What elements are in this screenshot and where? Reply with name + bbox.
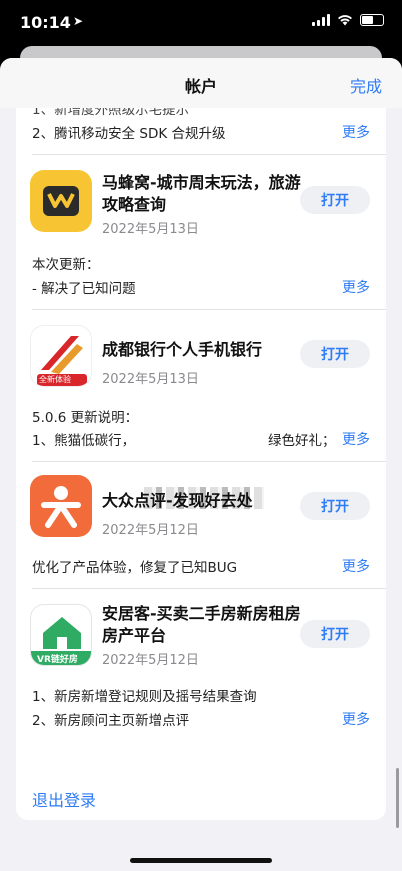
icon-caption: 全新体验: [39, 375, 71, 384]
app-name: 马蜂窝-城市周末玩法，旅游攻略查询: [102, 173, 301, 214]
app-name: 安居客-买卖二手房新房租房房产平台: [102, 604, 301, 645]
divider: [32, 154, 386, 155]
battery-icon: [360, 14, 384, 26]
status-time: 10:14: [20, 13, 71, 32]
app-date: 2022年5月12日: [102, 523, 199, 538]
dianping-logo-icon: [41, 486, 81, 528]
dianping-app-icon[interactable]: [30, 475, 92, 537]
home-indicator[interactable]: [130, 858, 272, 863]
divider: [32, 588, 386, 589]
open-button[interactable]: 打开: [300, 186, 370, 214]
more-link[interactable]: 更多: [342, 277, 370, 297]
app-date: 2022年5月13日: [102, 372, 199, 387]
divider: [32, 309, 386, 310]
update-note: 5.0.6 更新说明：: [32, 410, 139, 426]
more-link[interactable]: 更多: [342, 709, 370, 729]
nav-bar: 帐户 完成: [0, 58, 402, 108]
app-date: 2022年5月12日: [102, 653, 199, 668]
open-button[interactable]: 打开: [300, 492, 370, 520]
update-note: - 解决了已知问题: [32, 281, 136, 297]
update-note: 2、腾讯移动安全 SDK 合规升级: [32, 126, 226, 142]
logout-button[interactable]: 退出登录: [32, 787, 96, 811]
mafengwo-app-icon[interactable]: [30, 170, 92, 232]
updates-card: 1、新增度外照级示宅提示 2、腾讯移动安全 SDK 合规升级 更多 马蜂窝-城市…: [16, 98, 386, 798]
open-button[interactable]: 打开: [300, 620, 370, 648]
app-name: 大众点评-发现好去处: [102, 491, 253, 510]
location-arrow-icon: ➤: [73, 14, 84, 28]
update-note: 优化了产品体验，修复了已知BUG: [32, 560, 238, 576]
logout-card: 退出登录: [16, 776, 386, 820]
update-note: 本次更新：: [32, 257, 100, 273]
update-note: 2、新房顾问主页新增点评: [32, 713, 190, 729]
open-button[interactable]: 打开: [300, 340, 370, 368]
more-link[interactable]: 更多: [342, 429, 370, 449]
status-bar: 10:14 ➤: [0, 0, 402, 46]
account-sheet: 帐户 完成 1、新增度外照级示宅提示 2、腾讯移动安全 SDK 合规升级 更多 …: [0, 58, 402, 871]
chengdu-bank-app-icon[interactable]: 全新体验: [30, 325, 92, 387]
divider: [32, 461, 386, 462]
more-link[interactable]: 更多: [342, 556, 370, 576]
cellular-signal-icon: [312, 14, 330, 26]
done-button[interactable]: 完成: [350, 73, 382, 97]
scrollbar[interactable]: [396, 768, 399, 828]
update-note: 绿色好礼；: [268, 433, 336, 449]
mafengwo-logo-icon: [43, 186, 79, 216]
page-title: 帐户: [184, 77, 217, 96]
more-link[interactable]: 更多: [342, 122, 370, 142]
update-note: 1、熊猫低碳行，: [32, 433, 136, 449]
anjuke-app-icon[interactable]: VR链好房: [30, 604, 92, 666]
wifi-icon: [338, 15, 352, 26]
icon-caption: VR链好房: [37, 655, 78, 665]
app-date: 2022年5月13日: [102, 222, 199, 237]
app-name: 成都银行个人手机银行: [102, 340, 263, 359]
update-note: 1、新房新增登记规则及摇号结果查询: [32, 689, 257, 705]
status-icons: [312, 14, 384, 26]
